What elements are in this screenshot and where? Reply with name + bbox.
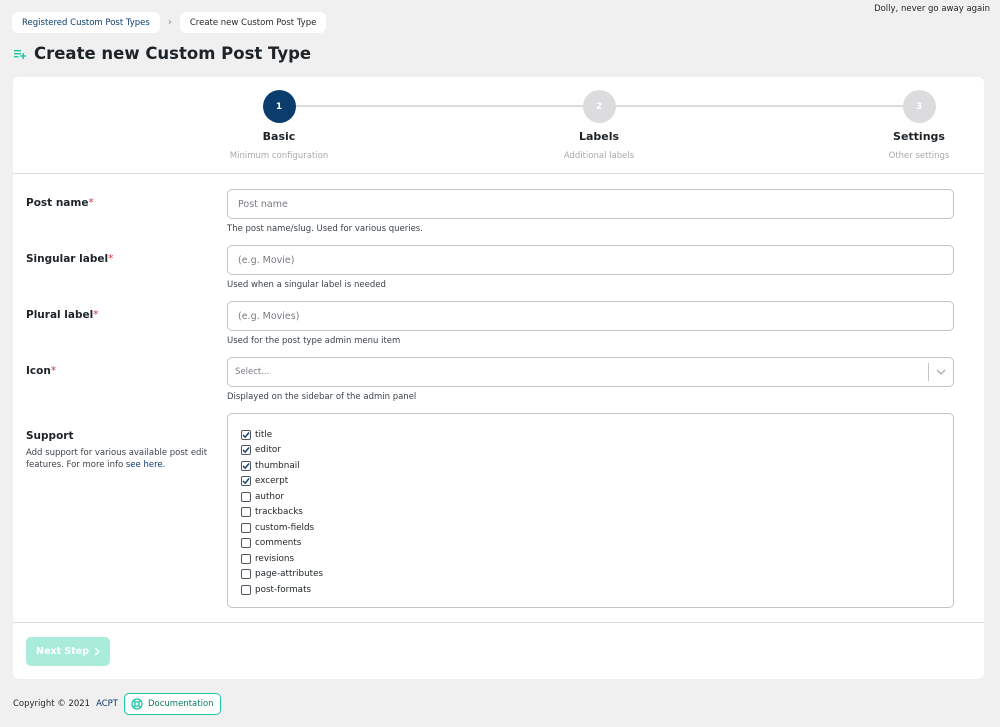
plural-label-help: Used for the post type admin menu item xyxy=(227,336,401,346)
singular-label-help: Used when a singular label is needed xyxy=(227,280,386,290)
support-option-revisions[interactable]: revisions xyxy=(241,551,940,567)
checkbox-label: trackbacks xyxy=(255,507,303,518)
checkbox[interactable] xyxy=(241,491,251,502)
checkmark-icon xyxy=(242,447,250,454)
step-settings[interactable]: 3 Settings Other settings xyxy=(859,90,979,161)
step-title: Labels xyxy=(578,130,620,143)
icon-select-value: Select... xyxy=(235,367,270,377)
required-mark: * xyxy=(50,365,57,377)
breadcrumb-current: Create new Custom Post Type xyxy=(179,12,327,33)
plural-label-input[interactable] xyxy=(227,301,954,331)
stepper: 1 Basic Minimum configuration 2 Labels A… xyxy=(13,77,984,174)
card-footer-divider xyxy=(13,622,984,623)
step-basic[interactable]: 1 Basic Minimum configuration xyxy=(219,90,339,161)
checkbox[interactable] xyxy=(241,460,251,471)
wizard-card: 1 Basic Minimum configuration 2 Labels A… xyxy=(13,77,984,679)
checkbox-label: page-attributes xyxy=(255,569,324,580)
page-header: Create new Custom Post Type xyxy=(13,44,311,63)
icon-select[interactable]: Select... xyxy=(227,357,954,387)
step-labels[interactable]: 2 Labels Additional labels xyxy=(539,90,659,161)
checkbox[interactable] xyxy=(241,569,251,580)
checkbox-label: revisions xyxy=(255,553,295,564)
support-option-custom-fields[interactable]: custom-fields xyxy=(241,520,940,536)
support-description: Add support for various available post e… xyxy=(26,448,208,470)
post-name-help: The post name/slug. Used for various que… xyxy=(227,224,423,234)
breadcrumb: Registered Custom Post Types › Create ne… xyxy=(12,12,327,33)
copyright-text: Copyright © 2021 xyxy=(13,699,91,709)
checkbox[interactable] xyxy=(241,445,251,456)
chevron-right-icon: › xyxy=(167,17,172,28)
checkbox-label: title xyxy=(255,429,273,440)
step-number: 2 xyxy=(582,90,616,123)
singular-label-label: Singular label* xyxy=(26,253,114,265)
checkbox[interactable] xyxy=(241,553,251,564)
required-mark: * xyxy=(88,197,94,209)
acpt-link[interactable]: ACPT xyxy=(96,699,118,709)
step-title: Basic xyxy=(262,130,296,143)
documentation-button[interactable]: Documentation xyxy=(124,693,221,715)
icon-label: Icon* xyxy=(26,365,57,377)
support-option-page-attributes[interactable]: page-attributes xyxy=(241,567,940,583)
checkmark-icon xyxy=(242,431,250,438)
support-options: title editor thumbnail excerpt author trackba… xyxy=(227,413,954,608)
support-title: Support xyxy=(26,430,74,442)
lifebuoy-icon xyxy=(131,698,143,710)
checkbox-label: editor xyxy=(255,445,281,456)
step-number: 1 xyxy=(262,90,296,123)
support-option-author[interactable]: author xyxy=(241,489,940,505)
support-option-comments[interactable]: comments xyxy=(241,536,940,552)
checkbox[interactable] xyxy=(241,476,251,487)
chevron-down-icon[interactable] xyxy=(929,369,953,375)
plural-label-label: Plural label* xyxy=(26,309,99,321)
icon-help: Displayed on the sidebar of the admin pa… xyxy=(227,392,417,402)
step-number: 3 xyxy=(902,90,936,123)
support-option-thumbnail[interactable]: thumbnail xyxy=(241,458,940,474)
step-subtitle: Other settings xyxy=(888,151,950,161)
playlist-add-icon xyxy=(14,49,27,59)
checkmark-icon xyxy=(242,462,250,469)
next-step-button[interactable]: Next Step xyxy=(26,637,110,666)
support-option-post-formats[interactable]: post-formats xyxy=(241,582,940,598)
support-option-excerpt[interactable]: excerpt xyxy=(241,474,940,490)
checkbox[interactable] xyxy=(241,429,251,440)
page-title: Create new Custom Post Type xyxy=(34,44,312,63)
step-title: Settings xyxy=(893,130,945,143)
required-mark: * xyxy=(93,309,99,321)
next-step-label: Next Step xyxy=(36,646,89,657)
support-option-editor[interactable]: editor xyxy=(241,443,940,459)
checkbox-label: post-formats xyxy=(255,584,312,595)
page-footer: Copyright © 2021 ACPT Documentation xyxy=(13,693,221,715)
checkbox-label: custom-fields xyxy=(255,522,315,533)
checkbox-label: author xyxy=(255,491,284,502)
support-option-title[interactable]: title xyxy=(241,427,940,443)
support-see-here-link[interactable]: see here. xyxy=(126,460,165,470)
checkbox-label: comments xyxy=(255,538,302,549)
checkbox-label: thumbnail xyxy=(255,460,300,471)
checkbox[interactable] xyxy=(241,538,251,549)
support-label-block: Support Add support for various availabl… xyxy=(26,430,211,471)
step-subtitle: Additional labels xyxy=(563,151,635,161)
dolly-notice: Dolly, never go away again xyxy=(874,4,990,14)
checkmark-icon xyxy=(242,478,250,485)
post-name-label: Post name* xyxy=(26,197,94,209)
post-name-input[interactable] xyxy=(227,189,954,219)
support-option-trackbacks[interactable]: trackbacks xyxy=(241,505,940,521)
chevron-right-icon xyxy=(94,647,100,656)
breadcrumb-registered-link[interactable]: Registered Custom Post Types xyxy=(12,12,160,33)
checkbox[interactable] xyxy=(241,522,251,533)
required-mark: * xyxy=(108,253,114,265)
checkbox[interactable] xyxy=(241,584,251,595)
documentation-label: Documentation xyxy=(148,699,214,709)
singular-label-input[interactable] xyxy=(227,245,954,275)
checkbox[interactable] xyxy=(241,507,251,518)
checkbox-label: excerpt xyxy=(255,476,289,487)
step-subtitle: Minimum configuration xyxy=(229,151,329,161)
